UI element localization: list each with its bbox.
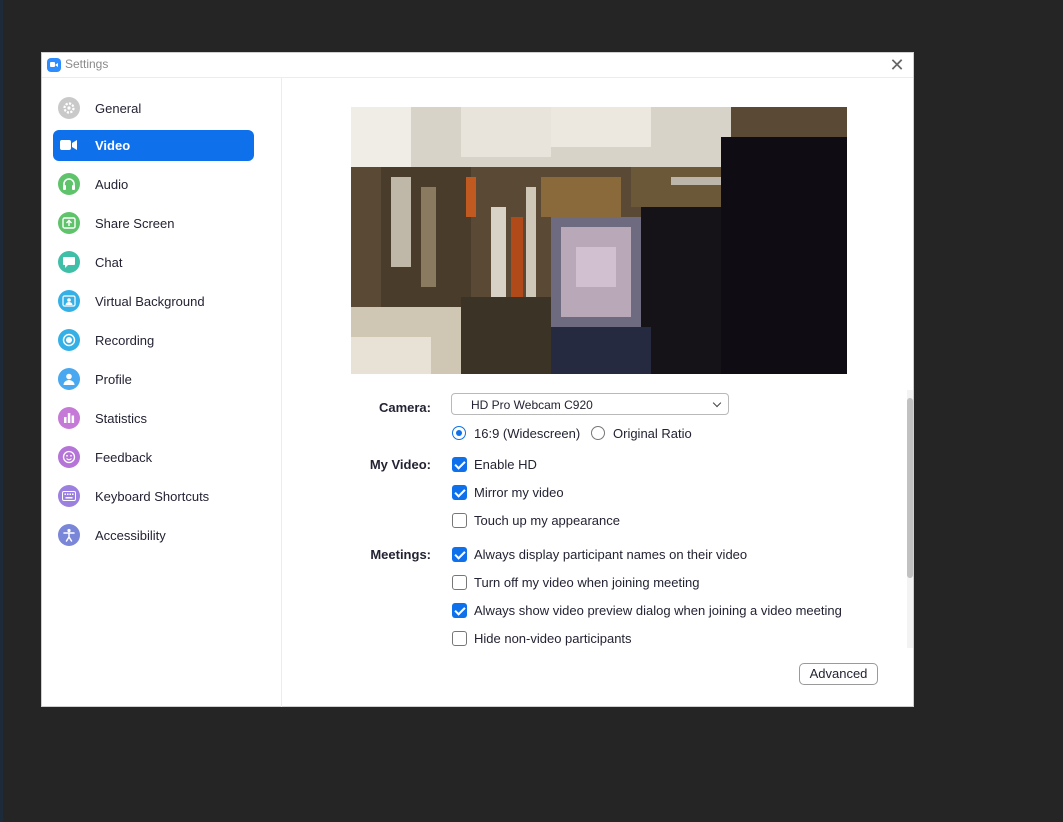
record-icon bbox=[58, 329, 80, 351]
bar-chart-icon bbox=[58, 407, 80, 429]
enable-hd-checkbox[interactable] bbox=[452, 457, 467, 472]
display-names-checkbox[interactable] bbox=[452, 547, 467, 562]
advanced-button[interactable]: Advanced bbox=[799, 663, 878, 685]
hide-non-video-label: Hide non-video participants bbox=[474, 631, 632, 646]
sidebar-item-statistics[interactable]: Statistics bbox=[53, 403, 254, 434]
sidebar-item-video[interactable]: Video bbox=[53, 130, 254, 161]
sidebar-item-label: Virtual Background bbox=[95, 294, 205, 309]
video-camera-icon bbox=[58, 134, 80, 156]
sidebar-item-general[interactable]: General bbox=[53, 93, 254, 124]
meetings-label: Meetings: bbox=[370, 547, 431, 562]
close-button[interactable]: ✕ bbox=[887, 55, 907, 75]
settings-sidebar: General Video Audio Share Screen Chat Vi… bbox=[42, 78, 282, 707]
close-icon: ✕ bbox=[889, 55, 905, 75]
hide-non-video-checkbox[interactable] bbox=[452, 631, 467, 646]
headphones-icon bbox=[58, 173, 80, 195]
sidebar-item-label: Profile bbox=[95, 372, 132, 387]
accessibility-icon bbox=[58, 524, 80, 546]
scrollbar-thumb[interactable] bbox=[907, 398, 913, 578]
chevron-down-icon bbox=[712, 398, 722, 408]
title-bar: Settings ✕ bbox=[42, 53, 913, 78]
widescreen-radio[interactable] bbox=[452, 426, 466, 440]
share-screen-icon bbox=[58, 212, 80, 234]
sidebar-item-label: Share Screen bbox=[95, 216, 175, 231]
smiley-icon bbox=[58, 446, 80, 468]
my-video-label: My Video: bbox=[369, 457, 431, 472]
zoom-app-icon bbox=[47, 58, 61, 72]
settings-window: Settings ✕ General Video Audio Share Scr… bbox=[41, 52, 914, 707]
window-title: Settings bbox=[65, 57, 109, 71]
turn-off-video-checkbox[interactable] bbox=[452, 575, 467, 590]
sidebar-item-keyboard-shortcuts[interactable]: Keyboard Shortcuts bbox=[53, 481, 254, 512]
keyboard-icon bbox=[58, 485, 80, 507]
video-preview-checkbox[interactable] bbox=[452, 603, 467, 618]
sidebar-item-label: Audio bbox=[95, 177, 129, 192]
touch-up-label: Touch up my appearance bbox=[474, 513, 620, 528]
turn-off-video-label: Turn off my video when joining meeting bbox=[474, 575, 700, 590]
chat-bubble-icon bbox=[58, 251, 80, 273]
sidebar-item-label: Chat bbox=[95, 255, 123, 270]
mirror-video-checkbox[interactable] bbox=[452, 485, 467, 500]
sidebar-item-virtual-background[interactable]: Virtual Background bbox=[53, 286, 254, 317]
person-icon bbox=[58, 368, 80, 390]
camera-preview bbox=[351, 107, 847, 374]
sidebar-item-label: Video bbox=[95, 138, 131, 153]
original-ratio-label: Original Ratio bbox=[613, 426, 692, 441]
sidebar-item-label: Recording bbox=[95, 333, 155, 348]
sidebar-item-label: Feedback bbox=[95, 450, 153, 465]
sidebar-item-accessibility[interactable]: Accessibility bbox=[53, 520, 254, 551]
enable-hd-label: Enable HD bbox=[474, 457, 537, 472]
sidebar-item-share-screen[interactable]: Share Screen bbox=[53, 208, 254, 239]
display-names-label: Always display participant names on thei… bbox=[474, 547, 748, 562]
sidebar-item-recording[interactable]: Recording bbox=[53, 325, 254, 356]
mirror-video-label: Mirror my video bbox=[474, 485, 564, 500]
camera-label: Camera: bbox=[378, 400, 431, 415]
camera-select[interactable]: HD Pro Webcam C920 bbox=[451, 393, 729, 415]
sidebar-item-feedback[interactable]: Feedback bbox=[53, 442, 254, 473]
sidebar-item-chat[interactable]: Chat bbox=[53, 247, 254, 278]
sidebar-item-label: Keyboard Shortcuts bbox=[95, 489, 210, 504]
sidebar-item-audio[interactable]: Audio bbox=[53, 169, 254, 200]
desktop-edge bbox=[0, 0, 3, 822]
camera-select-value: HD Pro Webcam C920 bbox=[471, 398, 593, 412]
sidebar-item-profile[interactable]: Profile bbox=[53, 364, 254, 395]
touch-up-checkbox[interactable] bbox=[452, 513, 467, 528]
virtual-background-icon bbox=[58, 290, 80, 312]
sidebar-item-label: Statistics bbox=[95, 411, 148, 426]
widescreen-label: 16:9 (Widescreen) bbox=[474, 426, 581, 441]
original-ratio-radio[interactable] bbox=[591, 426, 605, 440]
sidebar-item-label: Accessibility bbox=[95, 528, 166, 543]
gear-icon bbox=[58, 97, 80, 119]
video-preview-label: Always show video preview dialog when jo… bbox=[474, 603, 842, 618]
video-settings-panel: Camera: HD Pro Webcam C920 16:9 (Widescr… bbox=[282, 78, 914, 707]
camera-preview-image bbox=[351, 107, 847, 374]
sidebar-item-label: General bbox=[95, 101, 142, 116]
